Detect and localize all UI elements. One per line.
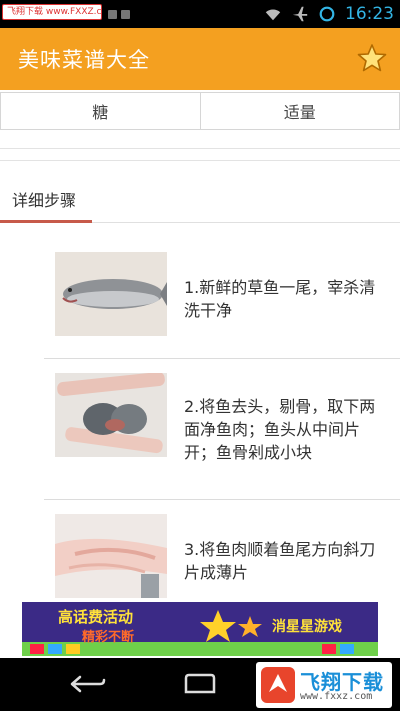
home-button-icon[interactable] [180,670,220,698]
ad-banner[interactable]: 高话费活动 精彩不断 消星星游戏 [22,602,378,656]
watermark-badge: 飞翔下载 www.FXXZ.com [2,4,102,20]
ad-game-title: 消星星游戏 [272,619,342,635]
ingredient-row: 糖 适量 [0,92,400,130]
logo-icon [261,667,295,703]
action-bar: 美味菜谱大全 [0,28,400,90]
step-text: 1.新鲜的草鱼一尾，宰杀清洗干净 [184,278,376,320]
back-button-icon[interactable] [66,670,106,698]
site-logo: 飞翔下载 www.fxxz.com [256,662,392,708]
wifi-icon [265,9,281,21]
logo-url: www.fxxz.com [300,691,373,702]
ad-text-line2: 精彩不断 [82,630,135,645]
clock: 16:23 [345,4,394,24]
status-icons: 16:23 [264,0,394,28]
ingredient-name: 糖 [92,103,109,122]
notification-icon [108,10,117,19]
step-text: 2.将鱼去头，剔骨，取下两面净鱼肉；鱼头从中间片开；鱼骨剁成小块 [184,397,376,462]
notification-icon [121,10,130,19]
step-divider [44,499,400,500]
favorite-star-icon[interactable] [356,42,388,74]
divider [0,160,400,161]
app-title: 美味菜谱大全 [18,48,150,72]
section-underline [0,220,92,223]
step-photo [55,252,167,336]
step-photo [55,373,167,457]
step-text: 3.将鱼肉顺着鱼尾方向斜刀片成薄片 [184,540,376,582]
divider [0,148,400,149]
section-title: 详细步骤 [12,191,77,210]
ingredient-amount: 适量 [199,93,400,129]
status-bar: 飞翔下载 www.FXXZ.com 16:23 [0,0,400,28]
step-divider [44,358,400,359]
sync-icon [319,6,335,22]
nav-bar: 飞翔下载 www.fxxz.com [0,658,400,711]
airplane-icon [292,6,308,22]
ad-text-line1: 高话费活动 [58,608,134,626]
step-photo [55,514,167,598]
